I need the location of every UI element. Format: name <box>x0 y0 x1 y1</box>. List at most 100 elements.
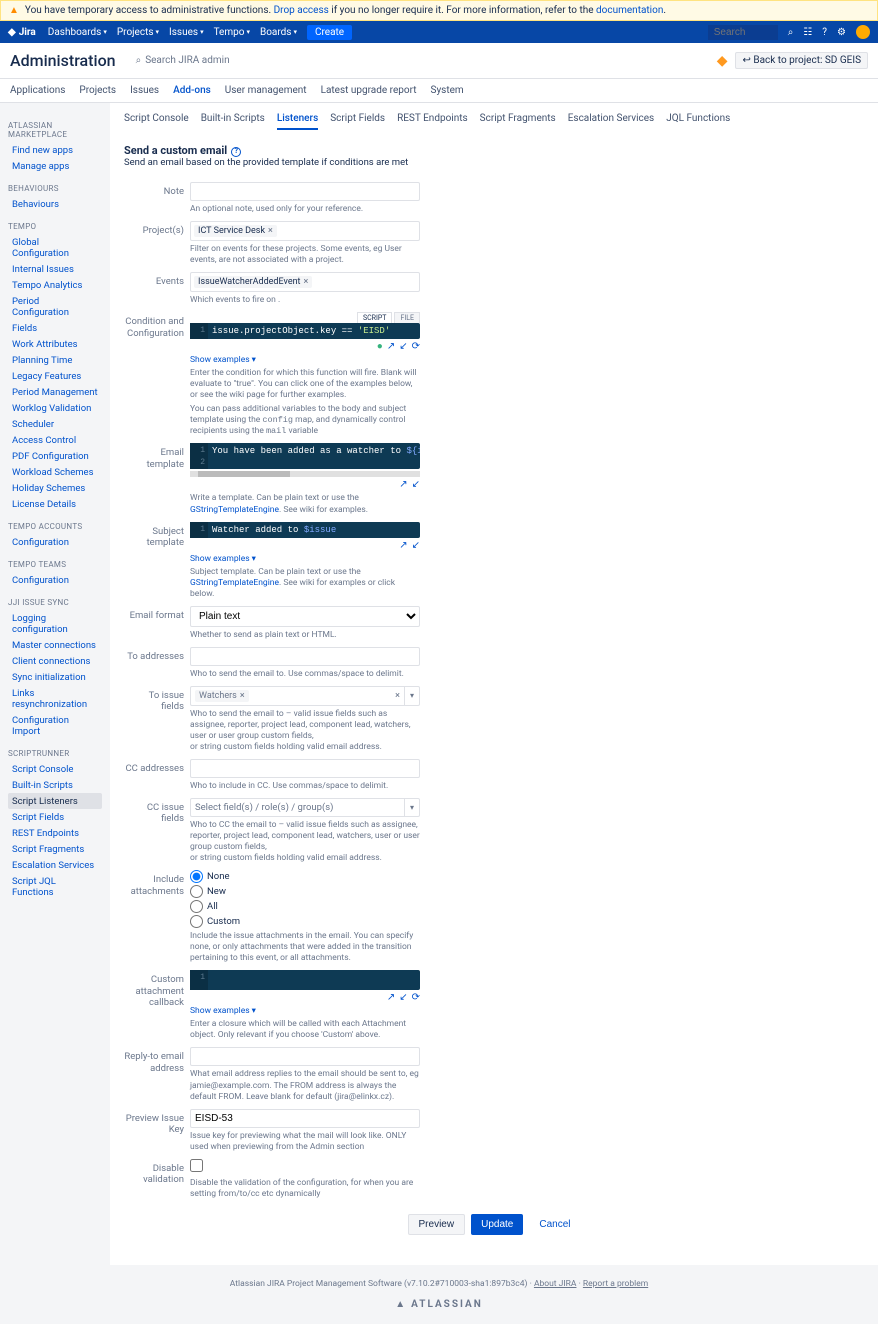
note-input[interactable] <box>190 182 420 201</box>
sidebar-item-work-attributes[interactable]: Work Attributes <box>8 336 102 352</box>
file-tab[interactable]: FILE <box>394 312 420 323</box>
sidebar-item-period-management[interactable]: Period Management <box>8 384 102 400</box>
show-examples-link[interactable]: Show examples ▾ <box>190 355 256 365</box>
gstring-link[interactable]: GStringTemplateEngine <box>190 505 279 515</box>
nav-tempo[interactable]: Tempo ▾ <box>214 27 250 38</box>
tab-projects[interactable]: Projects <box>79 79 116 102</box>
search-icon[interactable]: ⌕ <box>788 27 794 38</box>
expand-icon[interactable]: ↗ <box>399 540 407 551</box>
subtab-escalation-services[interactable]: Escalation Services <box>568 113 655 130</box>
subtab-script-fields[interactable]: Script Fields <box>330 113 385 130</box>
tab-user-management[interactable]: User management <box>225 79 307 102</box>
sidebar-item-built-in-scripts[interactable]: Built-in Scripts <box>8 777 102 793</box>
drop-access-link[interactable]: Drop access <box>274 5 329 16</box>
subtab-rest-endpoints[interactable]: REST Endpoints <box>397 113 468 130</box>
subject-template-editor[interactable]: 1 Watcher added to $issue <box>190 522 420 538</box>
to-issue-fields-select[interactable]: Watchers× × ▾ <box>190 686 420 706</box>
scrollbar[interactable] <box>190 471 420 477</box>
events-input[interactable]: IssueWatcherAddedEvent× <box>190 272 420 292</box>
tab-add-ons[interactable]: Add-ons <box>173 79 211 102</box>
sidebar-item-script-console[interactable]: Script Console <box>8 761 102 777</box>
back-to-project-button[interactable]: ↩ Back to project: SD GEIS <box>735 52 868 69</box>
sidebar-item-planning-time[interactable]: Planning Time <box>8 352 102 368</box>
email-template-editor[interactable]: 12 You have been added as a watcher to $… <box>190 443 420 469</box>
custom-callback-editor[interactable]: 1 <box>190 970 420 990</box>
sidebar-item-global-configuration[interactable]: Global Configuration <box>8 234 102 261</box>
expand-icon[interactable]: ↗ <box>387 992 395 1003</box>
script-tab[interactable]: SCRIPT <box>357 312 393 323</box>
reply-to-input[interactable] <box>190 1047 420 1066</box>
gstring-link[interactable]: GStringTemplateEngine <box>190 578 279 588</box>
chip-remove-icon[interactable]: × <box>268 226 273 236</box>
expand-icon[interactable]: ↗ <box>399 479 407 490</box>
sidebar-item-manage-apps[interactable]: Manage apps <box>8 158 102 174</box>
projects-input[interactable]: ICT Service Desk× <box>190 221 420 241</box>
sidebar-item-license-details[interactable]: License Details <box>8 496 102 512</box>
sidebar-item-configuration-import[interactable]: Configuration Import <box>8 712 102 739</box>
cc-issue-fields-select[interactable]: Select field(s) / role(s) / group(s) ▾ <box>190 798 420 817</box>
show-examples-link[interactable]: Show examples ▾ <box>190 554 256 564</box>
documentation-link[interactable]: documentation <box>596 5 663 16</box>
sidebar-item-configuration[interactable]: Configuration <box>8 572 102 588</box>
subtab-jql-functions[interactable]: JQL Functions <box>666 113 730 130</box>
sidebar-item-period-configuration[interactable]: Period Configuration <box>8 293 102 320</box>
preview-issue-key-input[interactable] <box>190 1109 420 1128</box>
subtab-listeners[interactable]: Listeners <box>277 113 318 130</box>
notification-icon[interactable]: ◆ <box>717 53 728 69</box>
cancel-button[interactable]: Cancel <box>529 1214 580 1235</box>
sidebar-item-client-connections[interactable]: Client connections <box>8 653 102 669</box>
nav-projects[interactable]: Projects ▾ <box>117 27 159 38</box>
sidebar-item-links-resynchronization[interactable]: Links resynchronization <box>8 685 102 712</box>
report-problem-link[interactable]: Report a problem <box>583 1279 648 1289</box>
expand-icon[interactable]: ↗ <box>387 341 395 352</box>
admin-search[interactable]: ⌕ Search JIRA admin <box>136 55 230 66</box>
sidebar-item-master-connections[interactable]: Master connections <box>8 637 102 653</box>
chip-remove-icon[interactable]: × <box>304 277 309 287</box>
collapse-icon[interactable]: ↙ <box>399 341 407 352</box>
subtab-script-fragments[interactable]: Script Fragments <box>480 113 556 130</box>
preview-button[interactable]: Preview <box>408 1214 466 1235</box>
settings-icon[interactable]: ⚙ <box>837 27 846 38</box>
sidebar-item-script-jql-functions[interactable]: Script JQL Functions <box>8 873 102 900</box>
sidebar-item-pdf-configuration[interactable]: PDF Configuration <box>8 448 102 464</box>
sidebar-item-fields[interactable]: Fields <box>8 320 102 336</box>
collapse-icon[interactable]: ↙ <box>399 992 407 1003</box>
attachment-radio-new[interactable] <box>190 885 203 898</box>
collapse-icon[interactable]: ↙ <box>412 479 420 490</box>
sidebar-item-worklog-validation[interactable]: Worklog Validation <box>8 400 102 416</box>
update-button[interactable]: Update <box>471 1214 523 1235</box>
sidebar-item-script-fields[interactable]: Script Fields <box>8 809 102 825</box>
sidebar-item-logging-configuration[interactable]: Logging configuration <box>8 610 102 637</box>
condition-editor[interactable]: 1 issue.projectObject.key == 'EISD' <box>190 323 420 339</box>
sidebar-item-escalation-services[interactable]: Escalation Services <box>8 857 102 873</box>
nav-issues[interactable]: Issues ▾ <box>169 27 204 38</box>
disable-validation-checkbox[interactable] <box>190 1159 203 1172</box>
tab-issues[interactable]: Issues <box>130 79 159 102</box>
attachment-radio-custom[interactable] <box>190 915 203 928</box>
sidebar-item-sync-initialization[interactable]: Sync initialization <box>8 669 102 685</box>
email-format-select[interactable]: Plain text <box>190 606 420 627</box>
about-jira-link[interactable]: About JIRA <box>534 1279 577 1289</box>
nav-dashboards[interactable]: Dashboards ▾ <box>48 27 107 38</box>
sidebar-item-script-listeners[interactable]: Script Listeners <box>8 793 102 809</box>
tab-latest-upgrade-report[interactable]: Latest upgrade report <box>321 79 417 102</box>
sidebar-item-tempo-analytics[interactable]: Tempo Analytics <box>8 277 102 293</box>
sidebar-item-behaviours[interactable]: Behaviours <box>8 196 102 212</box>
sidebar-item-workload-schemes[interactable]: Workload Schemes <box>8 464 102 480</box>
chevron-down-icon[interactable]: ▾ <box>404 687 419 705</box>
chevron-down-icon[interactable]: ▾ <box>404 799 419 816</box>
create-button[interactable]: Create <box>307 25 352 40</box>
sidebar-item-internal-issues[interactable]: Internal Issues <box>8 261 102 277</box>
attachment-radio-none[interactable] <box>190 870 203 883</box>
sidebar-item-legacy-features[interactable]: Legacy Features <box>8 368 102 384</box>
help-icon[interactable]: ? <box>231 147 241 157</box>
avatar[interactable] <box>856 25 870 39</box>
nav-boards[interactable]: Boards ▾ <box>260 27 297 38</box>
to-addresses-input[interactable] <box>190 647 420 666</box>
clear-icon[interactable]: × <box>391 687 404 705</box>
run-icon[interactable]: ⟳ <box>412 992 420 1003</box>
subtab-built-in-scripts[interactable]: Built-in Scripts <box>201 113 265 130</box>
sidebar-item-find-new-apps[interactable]: Find new apps <box>8 142 102 158</box>
cc-addresses-input[interactable] <box>190 759 420 778</box>
subtab-script-console[interactable]: Script Console <box>124 113 189 130</box>
